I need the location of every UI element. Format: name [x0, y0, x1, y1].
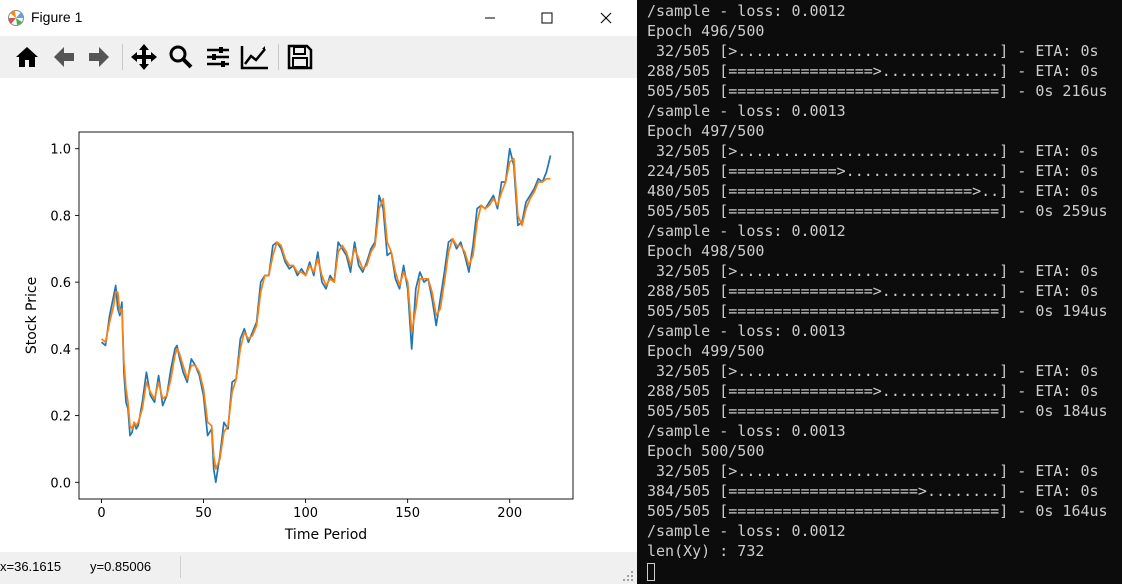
- series-line-2: [100, 157, 551, 470]
- y-coordinate-readout: y=0.85006: [90, 559, 152, 574]
- y-tick-label: 1.0: [50, 143, 71, 158]
- terminal-line: 224/505 [============>.................]…: [647, 162, 1099, 180]
- line-chart[interactable]: 0 50 100 150 200 0.0 0.2 0.4 0.6 0.8 1.0 Time Perio…: [0, 78, 637, 552]
- x-tick-label: 50: [195, 506, 212, 521]
- minimize-icon: [485, 17, 495, 19]
- terminal-line: 505/505 [==============================]…: [647, 302, 1108, 320]
- terminal-line: 505/505 [==============================]…: [647, 202, 1108, 220]
- maximize-icon: [541, 12, 553, 24]
- subplots-config-icon: [207, 47, 229, 67]
- close-icon: [600, 12, 612, 24]
- terminal-line: /sample - loss: 0.0012: [647, 522, 846, 540]
- terminal-line: 480/505 [===========================>..]…: [647, 182, 1099, 200]
- status-bar: x=36.1615 y=0.85006: [0, 552, 637, 584]
- terminal-line: 288/505 [================>.............]…: [647, 282, 1099, 300]
- x-tick-label: 200: [497, 506, 522, 521]
- terminal-line: /sample - loss: 0.0012: [647, 222, 846, 240]
- y-tick-label: 0.0: [50, 476, 71, 491]
- terminal-line: Epoch 499/500: [647, 342, 765, 360]
- terminal-line: Epoch 500/500: [647, 442, 765, 460]
- x-tick-label: 150: [395, 506, 420, 521]
- terminal-line: 32/505 [>.............................] …: [647, 362, 1099, 380]
- back-arrow-icon: [54, 47, 74, 67]
- terminal-line: Epoch 497/500: [647, 122, 765, 140]
- terminal-line: 288/505 [================>.............]…: [647, 62, 1099, 80]
- status-divider: [180, 556, 181, 578]
- series-line-1: [100, 147, 552, 484]
- toolbar-divider: [122, 44, 123, 70]
- y-axis-label: Stock Price: [24, 277, 40, 354]
- terminal-line: 505/505 [==============================]…: [647, 402, 1108, 420]
- terminal-cursor: [647, 563, 655, 581]
- terminal-line: Epoch 498/500: [647, 242, 765, 260]
- save-icon: [287, 44, 313, 70]
- pan-button[interactable]: [127, 40, 161, 74]
- terminal-line: /sample - loss: 0.0013: [647, 102, 846, 120]
- terminal-line: 288/505 [================>.............]…: [647, 382, 1099, 400]
- back-button[interactable]: [47, 40, 81, 74]
- home-icon: [16, 47, 38, 67]
- zoom-button[interactable]: [164, 40, 198, 74]
- terminal-line: /sample - loss: 0.0013: [647, 322, 846, 340]
- terminal-line: 32/505 [>.............................] …: [647, 142, 1099, 160]
- save-button[interactable]: [283, 40, 317, 74]
- edit-axis-icon: [240, 46, 268, 70]
- edit-axis-button[interactable]: [238, 40, 272, 74]
- terminal-line: 384/505 [=====================>........]…: [647, 482, 1099, 500]
- subplots-config-button[interactable]: [201, 40, 235, 74]
- home-button[interactable]: [10, 40, 44, 74]
- y-tick-label: 0.4: [50, 343, 71, 358]
- y-tick-label: 0.2: [50, 410, 71, 425]
- navigation-toolbar: [0, 36, 637, 78]
- pan-icon: [131, 44, 157, 70]
- plot-canvas[interactable]: 0 50 100 150 200 0.0 0.2 0.4 0.6 0.8 1.0 Time Perio…: [0, 78, 637, 552]
- x-axis-label: Time Period: [284, 527, 367, 543]
- y-tick-label: 0.6: [50, 276, 71, 291]
- terminal-line: 505/505 [==============================]…: [647, 502, 1108, 520]
- terminal-line: 505/505 [==============================]…: [647, 82, 1108, 100]
- terminal-line: /sample - loss: 0.0012: [647, 2, 846, 20]
- terminal-line: /sample - loss: 0.0013: [647, 422, 846, 440]
- terminal-line: Epoch 496/500: [647, 22, 765, 40]
- zoom-icon: [169, 45, 193, 69]
- resize-grip-icon[interactable]: [622, 570, 634, 582]
- forward-arrow-icon: [89, 47, 109, 67]
- terminal-line: 32/505 [>.............................] …: [647, 262, 1099, 280]
- forward-button[interactable]: [82, 40, 116, 74]
- close-button[interactable]: [583, 0, 629, 36]
- toolbar-divider: [278, 44, 279, 70]
- minimize-button[interactable]: [467, 0, 513, 36]
- terminal-line: len(Xy) : 732: [647, 542, 765, 560]
- figure-window: Figure 1 0 50 100 150 200 0.0 0.2 0.4 0.…: [0, 0, 637, 584]
- matplotlib-logo-icon: [8, 10, 24, 26]
- x-coordinate-readout: x=36.1615: [0, 559, 62, 574]
- terminal-line: 32/505 [>.............................] …: [647, 462, 1099, 480]
- axes-frame: [78, 131, 574, 500]
- terminal-line: 32/505 [>.............................] …: [647, 42, 1099, 60]
- y-tick-label: 0.8: [50, 209, 71, 224]
- maximize-button[interactable]: [524, 0, 570, 36]
- window-title: Figure 1: [31, 9, 83, 25]
- x-tick-label: 0: [97, 506, 105, 521]
- x-tick-label: 100: [293, 506, 318, 521]
- terminal-window[interactable]: /sample - loss: 0.0012 Epoch 496/500 32/5…: [637, 0, 1122, 584]
- title-bar[interactable]: Figure 1: [0, 0, 637, 36]
